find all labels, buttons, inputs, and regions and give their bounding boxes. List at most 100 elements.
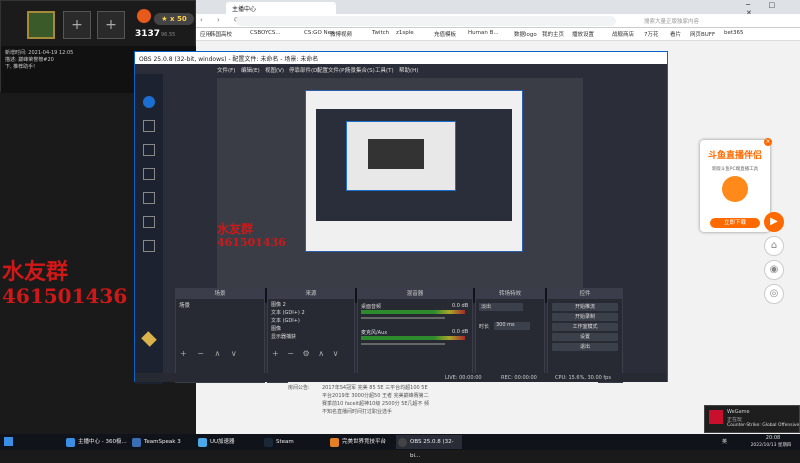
taskbar-app[interactable]: 主播中心 - 360极... [64, 435, 128, 449]
nav-icon[interactable] [143, 120, 155, 132]
volume-slider[interactable] [361, 317, 445, 319]
nav-icon[interactable] [143, 192, 155, 204]
source-item[interactable]: 文本 (GDI+) [271, 317, 351, 325]
bookmark-item[interactable]: z1sple [396, 30, 414, 36]
obs-statusbar: LIVE: 00:00:00 REC: 00:00:00 CPU: 15.6%,… [135, 373, 667, 382]
perfect-world-icon [330, 438, 339, 447]
address-bar[interactable]: ‹ › ⟳ 搜索大量正版独家内容 [196, 14, 800, 28]
menu-item[interactable]: 视图(V) [265, 66, 284, 74]
menu-item[interactable]: 帮助(H) [399, 66, 418, 74]
bookmark-item[interactable]: 微博视频 [330, 30, 352, 38]
nav-icon[interactable] [143, 216, 155, 228]
search-hint: 搜索大量正版独家内容 [644, 19, 700, 25]
diamond-icon[interactable] [141, 331, 157, 347]
desc-text: 2017年S4冠军 完美 85 5E 三平台均超100 5E平台2019年 30… [322, 385, 430, 415]
close-ad-icon[interactable]: × [764, 138, 772, 146]
taskbar-app[interactable]: UU加速器 [196, 435, 260, 449]
bookmark-item[interactable]: 战舰商店 [612, 30, 634, 38]
bookmark-item[interactable]: 韩国高校 [210, 30, 232, 38]
add-slot-button[interactable]: + [63, 11, 91, 39]
taskbar-app[interactable]: Steam [262, 435, 326, 449]
source-controls[interactable]: + − ⚙ ∧ ∨ [272, 349, 341, 358]
home-icon[interactable] [143, 96, 155, 108]
download-ad[interactable]: 斗鱼直播伴侣 新版斗鱼PC端直播工具 立即下载 [700, 140, 770, 232]
menu-item[interactable]: 配置文件(P) [317, 66, 347, 74]
bookmark-item[interactable]: 7万花 [644, 30, 659, 38]
info-line: 描述: 巅峰荣誉榜#20 [5, 57, 54, 63]
source-item[interactable]: 图像 [271, 325, 351, 333]
dock-title: 控件 [548, 289, 622, 299]
nav-icon[interactable] [143, 144, 155, 156]
window-controls[interactable]: ─ □ ✕ [746, 1, 800, 17]
source-item[interactable]: 显示器捕获 [271, 333, 351, 341]
menu-item[interactable]: 工具(T) [375, 66, 394, 74]
menu-item[interactable]: 停靠部件(D) [289, 66, 320, 74]
browser-tab[interactable]: 主播中心 [226, 2, 336, 14]
duration-input[interactable]: 300 ms [494, 322, 530, 330]
bookmarks-bar: 应用 韩国高校 CSBOYCS... CS:GO Nex... 微博视频 Twi… [196, 28, 800, 41]
home-icon[interactable]: ⌂ [764, 236, 784, 256]
obs-preview[interactable]: 水友群 461501436 [217, 78, 583, 303]
clock-date: 2022/10/13 星期四 [750, 443, 792, 448]
bookmark-item[interactable]: CSBOYCS... [250, 30, 281, 36]
nav-icon[interactable] [143, 240, 155, 252]
settings-button[interactable]: 设置 [552, 333, 618, 341]
mixer-dock: 混音器 桌面音频 0.0 dB 麦克风/Aux 0.0 dB [357, 288, 473, 383]
track-db: 0.0 dB [452, 329, 469, 335]
taskbar-app[interactable]: TeamSpeak 3 [130, 435, 194, 449]
bookmark-item[interactable]: 数据logo [514, 30, 537, 38]
start-recording-button[interactable]: 开始录制 [552, 313, 618, 321]
bookmark-item[interactable]: Human B... [468, 30, 499, 36]
menu-item[interactable]: 文件(F) [217, 66, 235, 74]
taskbar-app[interactable]: 完美世界竞技平台 [328, 435, 394, 449]
room-description: 房间公告: 2017年S4冠军 完美 85 5E 三平台均超100 5E平台20… [288, 382, 598, 434]
obs-menubar: 文件(F) 编辑(E) 视图(V) 停靠部件(D) 配置文件(P) 场景集合(S… [135, 64, 667, 74]
info-line: 新增时间: 2021-04-19 12:05 [5, 50, 74, 56]
gamepad-icon[interactable]: ◉ [764, 260, 784, 280]
studio-mode-button[interactable]: 工作室模式 [552, 323, 618, 331]
menu-item[interactable]: 编辑(E) [241, 66, 260, 74]
add-slot-button[interactable]: + [97, 11, 125, 39]
source-item[interactable]: 文本 (GDI+) 2 [271, 309, 351, 317]
taskbar-app-active[interactable]: OBS 25.0.8 (32-bi... [396, 435, 462, 459]
bookmark-item[interactable]: 网页BUFF [690, 30, 715, 38]
info-line: 下, 推荐助手! [5, 64, 36, 70]
dock-title: 混音器 [358, 289, 472, 299]
scene-item[interactable]: 场景 [176, 299, 264, 311]
wegame-icon [709, 410, 723, 424]
bookmark-item[interactable]: bet365 [724, 30, 744, 36]
bookmark-item[interactable]: 我的主页 [542, 30, 564, 38]
download-button[interactable]: 立即下载 [710, 218, 760, 228]
bookmark-item[interactable]: 播放设置 [572, 30, 594, 38]
stars-counter: ★ x 50 [154, 13, 194, 25]
overlay-text-group: 水友群 [2, 259, 69, 285]
taskbar: 主播中心 - 360极... TeamSpeak 3 UU加速器 Steam 完… [0, 434, 800, 459]
obs-titlebar: OBS 25.0.8 (32-bit, windows) - 配置文件: 未命名… [135, 52, 667, 64]
dock-title: 来源 [268, 289, 354, 299]
volume-meter [361, 310, 465, 314]
obs-window: OBS 25.0.8 (32-bit, windows) - 配置文件: 未命名… [134, 51, 668, 384]
scene-controls[interactable]: + − ∧ ∨ [180, 349, 241, 358]
input-lang[interactable]: 英 [722, 438, 727, 445]
track-db: 0.0 dB [452, 303, 469, 309]
nav-icon[interactable] [143, 168, 155, 180]
volume-slider[interactable] [361, 343, 445, 345]
notif-app: WeGame [727, 409, 750, 415]
url-input[interactable] [236, 16, 616, 26]
windows-start-icon[interactable] [4, 437, 13, 446]
bookmark-item[interactable]: 看片 [670, 30, 681, 38]
source-item[interactable]: 图像 2 [271, 301, 351, 309]
rec-status: REC: 00:00:00 [501, 375, 537, 381]
menu-item[interactable]: 场景集合(S) [345, 66, 375, 74]
sub-score: 96.55 [161, 32, 176, 38]
start-streaming-button[interactable]: 开始推流 [552, 303, 618, 311]
headset-icon[interactable]: ◎ [764, 284, 784, 304]
live-status: LIVE: 00:00:00 [445, 375, 482, 381]
bookmark-item[interactable]: Twitch [372, 30, 389, 36]
transition-select[interactable]: 淡出 [479, 303, 523, 311]
bookmark-item[interactable]: 充值模板 [434, 30, 456, 38]
play-icon[interactable]: ▶ [764, 212, 784, 232]
exit-button[interactable]: 退出 [552, 343, 618, 351]
game-notification[interactable]: WeGame 正在玩 Counter-Strike: Global Offens… [704, 405, 800, 433]
preview-overlay-text: 水友群 [217, 222, 254, 236]
